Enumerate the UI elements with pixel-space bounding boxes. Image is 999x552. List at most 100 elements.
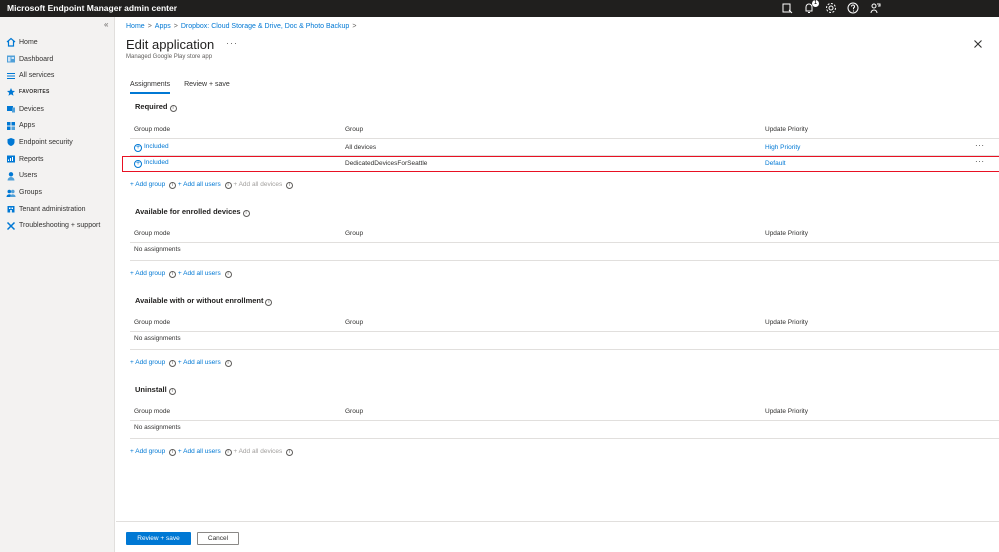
tab-assignments[interactable]: Assignments [130, 81, 171, 94]
sidebar-item-label: Groups [19, 189, 42, 197]
column-header-group-mode: Group mode [134, 408, 171, 415]
tenant-icon [6, 204, 16, 214]
tab-review-save[interactable]: Review + save [184, 81, 230, 94]
person-feedback-icon[interactable] [869, 2, 881, 14]
section-available-enrolled-title: Available for enrolled devices i [135, 207, 250, 217]
add-all-users-link[interactable]: + Add all users [178, 448, 221, 455]
group-mode-included[interactable]: + Included [134, 159, 169, 168]
sidebar-item-all-services[interactable]: All services [0, 67, 115, 84]
add-all-users-link[interactable]: + Add all users [178, 270, 221, 277]
column-header-group: Group [345, 126, 364, 133]
divider [130, 138, 999, 139]
info-icon[interactable]: i [286, 182, 294, 189]
sidebar-item-label: Endpoint security [19, 138, 73, 146]
sidebar-item-label: Users [19, 172, 38, 180]
info-icon[interactable]: i [169, 105, 177, 112]
sidebar: « Home Dashboard All services FAVORITES … [0, 17, 115, 552]
close-icon[interactable] [973, 39, 983, 49]
sidebar-item-label: Home [19, 38, 38, 46]
highlight-box [122, 156, 999, 172]
info-icon[interactable]: i [224, 449, 232, 456]
info-icon[interactable]: i [242, 210, 250, 217]
add-all-devices-link[interactable]: + Add all devices [233, 448, 282, 455]
add-group-link[interactable]: + Add group [130, 181, 165, 188]
sidebar-item-devices[interactable]: Devices [0, 101, 115, 118]
sidebar-item-dashboard[interactable]: Dashboard [0, 51, 115, 68]
tools-icon [6, 221, 16, 231]
more-options-button[interactable]: ··· [226, 38, 238, 48]
add-all-devices-link[interactable]: + Add all devices [233, 181, 282, 188]
divider [130, 331, 999, 332]
info-icon[interactable]: i [169, 360, 177, 367]
sidebar-item-label: Devices [19, 105, 44, 113]
top-bar: Microsoft Endpoint Manager admin center … [0, 0, 999, 17]
add-group-link[interactable]: + Add group [130, 270, 165, 277]
empty-state-text: No assignments [134, 424, 181, 431]
notification-badge: 1 [812, 0, 819, 7]
help-icon[interactable] [847, 2, 859, 14]
info-icon[interactable]: i [224, 360, 232, 367]
dashboard-icon [6, 54, 16, 64]
sidebar-nav: Home Dashboard All services FAVORITES De… [0, 34, 115, 234]
update-priority-link[interactable]: Default [765, 160, 786, 167]
feedback-icon[interactable] [781, 2, 793, 14]
info-icon[interactable]: i [224, 182, 232, 189]
collapse-sidebar-button[interactable]: « [104, 20, 108, 29]
info-icon[interactable]: i [224, 271, 232, 278]
column-header-group: Group [345, 319, 364, 326]
app-title[interactable]: Microsoft Endpoint Manager admin center [7, 3, 177, 13]
update-priority-link[interactable]: High Priority [765, 144, 800, 151]
add-group-link[interactable]: + Add group [130, 448, 165, 455]
uninstall-add-links: + Add group i + Add all users i + Add al… [130, 448, 294, 456]
column-header-update-priority: Update Priority [765, 319, 808, 326]
divider [130, 349, 999, 350]
add-all-users-link[interactable]: + Add all users [178, 181, 221, 188]
empty-state-text: No assignments [134, 246, 181, 253]
breadcrumb-separator: > [173, 23, 178, 30]
breadcrumb-app-name[interactable]: Dropbox: Cloud Storage & Drive, Doc & Ph… [181, 23, 349, 30]
column-header-update-priority: Update Priority [765, 408, 808, 415]
breadcrumb-apps[interactable]: Apps [155, 23, 171, 30]
breadcrumb-separator: > [147, 23, 152, 30]
info-icon[interactable]: i [169, 271, 177, 278]
breadcrumb-home[interactable]: Home [126, 23, 145, 30]
page-title: Edit application [126, 37, 215, 52]
sidebar-item-reports[interactable]: Reports [0, 151, 115, 168]
info-icon[interactable]: i [169, 182, 177, 189]
info-icon[interactable]: i [169, 449, 177, 456]
sidebar-item-label: Apps [19, 122, 35, 130]
add-group-link[interactable]: + Add group [130, 359, 165, 366]
sidebar-item-endpoint-security[interactable]: Endpoint security [0, 134, 115, 151]
reports-icon [6, 154, 16, 164]
page-subtitle: Managed Google Play store app [126, 54, 213, 60]
section-title-text: Required [135, 102, 168, 111]
sidebar-item-apps[interactable]: Apps [0, 117, 115, 134]
add-all-users-link[interactable]: + Add all users [178, 359, 221, 366]
sidebar-item-troubleshooting-support[interactable]: Troubleshooting + support [0, 218, 115, 235]
plus-circle-icon: + [134, 160, 142, 168]
sidebar-item-groups[interactable]: Groups [0, 184, 115, 201]
section-title-text: Available for enrolled devices [135, 207, 241, 216]
group-mode-included[interactable]: + Included [134, 143, 169, 152]
breadcrumb-separator: > [352, 23, 357, 30]
review-save-button[interactable]: Review + save [126, 532, 191, 545]
sidebar-item-home[interactable]: Home [0, 34, 115, 51]
bell-icon[interactable]: 1 [803, 0, 819, 14]
sidebar-item-tenant-administration[interactable]: Tenant administration [0, 201, 115, 218]
info-icon[interactable]: i [168, 388, 176, 395]
section-title-text: Uninstall [135, 385, 167, 394]
info-icon[interactable]: i [286, 449, 294, 456]
sidebar-item-label: Reports [19, 155, 44, 163]
column-header-group: Group [345, 230, 364, 237]
group-name: DedicatedDevicesForSeattle [345, 160, 428, 167]
gear-icon[interactable] [825, 2, 837, 14]
sidebar-item-users[interactable]: Users [0, 168, 115, 185]
column-header-group: Group [345, 408, 364, 415]
row-more-button[interactable]: ··· [975, 157, 985, 166]
row-more-button[interactable]: ··· [975, 141, 985, 150]
cancel-button[interactable]: Cancel [197, 532, 239, 545]
sidebar-favorites-header: FAVORITES [0, 84, 115, 101]
list-icon [6, 71, 16, 81]
info-icon[interactable]: i [265, 299, 273, 306]
available-any-add-links: + Add group i + Add all users i [130, 359, 232, 367]
